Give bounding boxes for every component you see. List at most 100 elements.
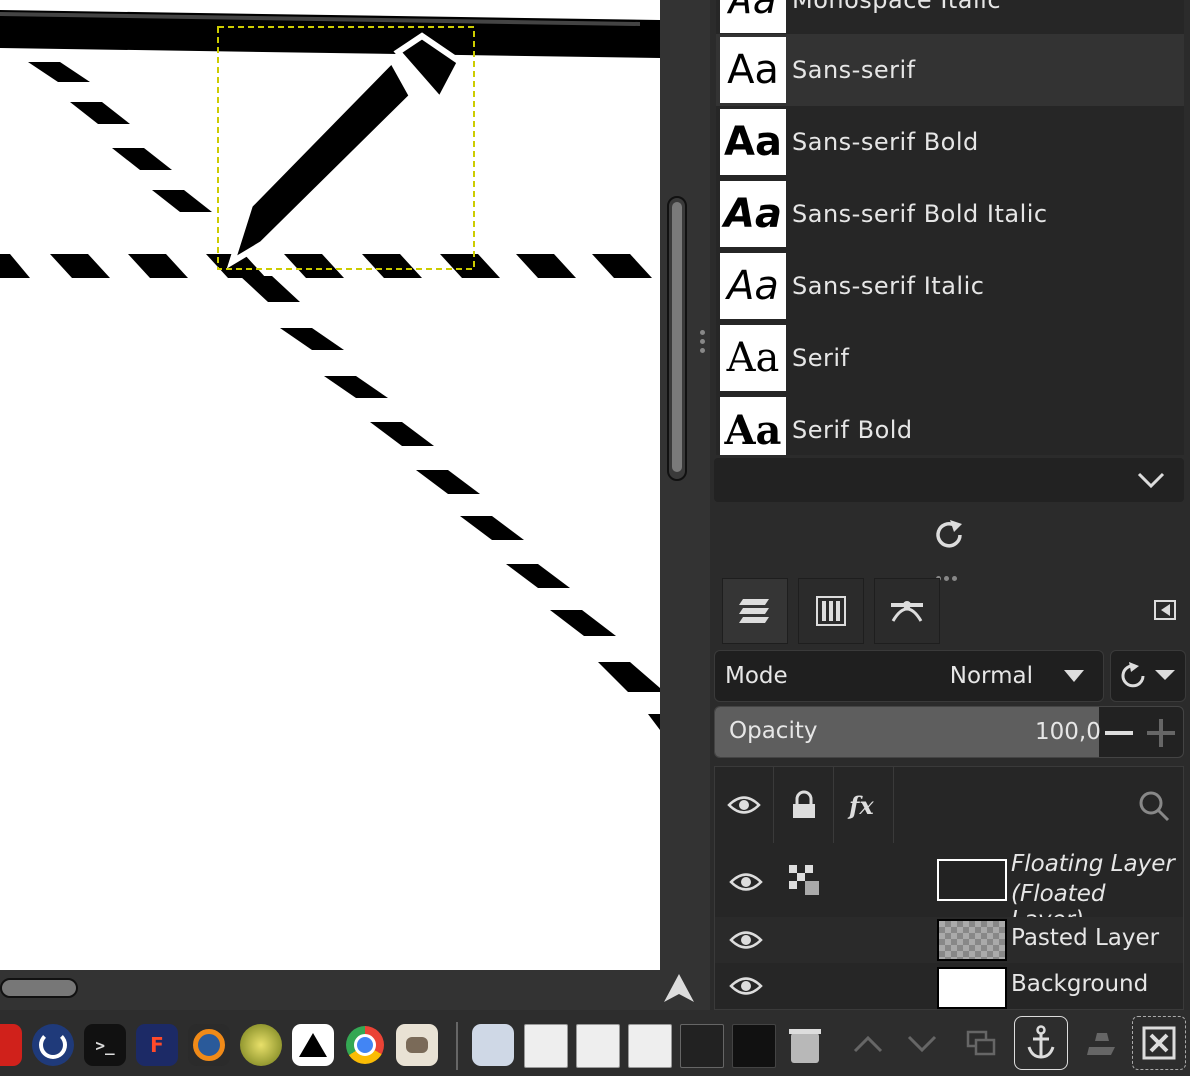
chevron-down-icon [1064, 670, 1084, 682]
chevron-up-icon [853, 1035, 883, 1053]
layer-row-background[interactable]: Background [715, 963, 1183, 1009]
font-item-monospace-italic[interactable]: Aa Monospace Italic [716, 0, 1184, 36]
right-dock: Aa Monospace Italic Aa Sans-serif Aa San… [710, 0, 1190, 1076]
eye-icon[interactable] [729, 975, 763, 997]
opacity-label: Opacity [729, 718, 818, 744]
chevron-down-icon [907, 1035, 937, 1053]
gimp-app-icon[interactable] [396, 1024, 438, 1066]
dock-resize-grip[interactable] [700, 330, 706, 358]
navigate-icon[interactable] [662, 972, 696, 1006]
lock-icon [793, 790, 815, 818]
layer-name-line1: Floating Layer [1011, 851, 1175, 877]
font-item-serif[interactable]: Aa Serif [716, 322, 1184, 394]
duplicate-icon [966, 1030, 996, 1056]
font-preview: Aa [720, 109, 786, 175]
font-name: Serif [792, 344, 850, 372]
canvas-side-gutter [660, 0, 710, 1010]
lock-column[interactable] [775, 767, 834, 843]
mode-label: Mode [725, 663, 788, 689]
opacity-decrease-button[interactable] [1105, 731, 1133, 735]
font-name: Sans-serif Bold Italic [792, 200, 1048, 228]
layer-row-floating[interactable]: Floating Layer (Floated Layer) [715, 845, 1183, 933]
raise-layer-button[interactable] [840, 1016, 896, 1072]
eye-icon [727, 796, 761, 814]
dock-separator [456, 1022, 458, 1070]
reset-mode-icon [1121, 662, 1175, 688]
font-preview: Aa [720, 0, 786, 33]
document-thumbnail-icon[interactable] [576, 1024, 620, 1068]
duplicate-layer-button[interactable] [954, 1016, 1010, 1072]
filezilla-app-icon[interactable]: F [136, 1024, 178, 1066]
anchor-icon [1027, 1025, 1055, 1059]
font-item-sans-serif-italic[interactable]: Aa Sans-serif Italic [716, 250, 1184, 322]
layer-mode-select[interactable]: Mode Normal [714, 650, 1104, 702]
preview-doc-icon[interactable] [472, 1024, 514, 1066]
terminal-app-icon[interactable]: >_ [84, 1024, 126, 1066]
opacity-increase-button[interactable] [1147, 719, 1175, 747]
tab-paths[interactable] [874, 578, 940, 644]
vertical-scrollbar-thumb[interactable] [672, 202, 682, 472]
font-name: Serif Bold [792, 416, 913, 444]
font-preview: Aa [720, 37, 786, 103]
inkscape-app-icon[interactable] [292, 1024, 334, 1066]
layer-thumbnail [937, 859, 1007, 901]
floating-layer-icon [789, 865, 819, 895]
panel-menu-icon[interactable] [1154, 600, 1178, 626]
chevron-down-icon [1137, 472, 1165, 489]
refresh-icon[interactable] [932, 518, 966, 556]
svg-text:fx: fx [847, 791, 874, 820]
paths-tab-icon [891, 601, 923, 622]
horizontal-scrollbar-thumb[interactable] [0, 978, 78, 998]
fx-icon: fx [847, 791, 874, 820]
lower-layer-button[interactable] [894, 1016, 950, 1072]
mode-value: Normal [949, 663, 1033, 689]
trash-icon[interactable] [784, 1024, 826, 1066]
composite-mode-button[interactable] [1110, 650, 1186, 702]
opacity-slider[interactable]: Opacity 100,0 [714, 706, 1184, 758]
eye-icon[interactable] [729, 871, 763, 893]
vertical-scrollbar[interactable] [667, 196, 687, 481]
merge-layer-button[interactable] [1074, 1016, 1130, 1072]
layers-tab-icon [739, 599, 769, 623]
font-preview: Aa [720, 181, 786, 247]
eye-icon[interactable] [729, 929, 763, 951]
delete-layer-button[interactable] [1132, 1016, 1186, 1070]
merge-down-icon [1087, 1033, 1115, 1055]
font-name: Sans-serif Bold [792, 128, 979, 156]
layer-row-pasted[interactable]: Pasted Layer [715, 917, 1183, 963]
font-list-expander[interactable] [714, 458, 1184, 502]
canvas-drawing [0, 10, 660, 730]
font-item-serif-bold[interactable]: Aa Serif Bold [716, 394, 1184, 455]
chrome-app-icon[interactable] [344, 1024, 386, 1066]
font-preview: Aa [720, 253, 786, 319]
pdf-app-icon[interactable] [0, 1024, 22, 1066]
window-thumbnail-icon[interactable] [732, 1024, 776, 1068]
horizontal-scrollbar-track[interactable] [0, 970, 660, 1010]
layers-list[interactable]: fx Floating Layer (Floated Layer) Pasted… [714, 766, 1184, 1010]
taskbar-dock: >_ F [0, 1016, 836, 1076]
font-item-sans-serif-bold[interactable]: Aa Sans-serif Bold [716, 106, 1184, 178]
screenshot-thumbnail-icon[interactable] [680, 1024, 724, 1068]
image-canvas[interactable] [0, 0, 660, 970]
dock-tabs [722, 578, 1182, 644]
document-thumbnail-icon[interactable] [524, 1024, 568, 1068]
tab-layers[interactable] [722, 578, 788, 644]
tab-channels[interactable] [798, 578, 864, 644]
font-list[interactable]: Aa Monospace Italic Aa Sans-serif Aa San… [716, 0, 1184, 455]
speedometer-app-icon[interactable] [32, 1024, 74, 1066]
layer-thumbnail [937, 967, 1007, 1009]
fx-column[interactable]: fx [835, 767, 894, 843]
anchor-layer-button[interactable] [1014, 1016, 1068, 1070]
search-icon[interactable] [1137, 789, 1171, 827]
font-preview: Aa [720, 397, 786, 455]
layer-thumbnail [937, 919, 1007, 961]
opacity-value: 100,0 [1035, 719, 1101, 745]
sphere-app-icon[interactable] [240, 1024, 282, 1066]
font-item-sans-serif[interactable]: Aa Sans-serif [716, 34, 1184, 106]
layer-name: Pasted Layer [1011, 925, 1160, 951]
document-thumbnail-icon[interactable] [628, 1024, 672, 1068]
layer-name: Background [1011, 971, 1149, 997]
font-item-sans-serif-bold-italic[interactable]: Aa Sans-serif Bold Italic [716, 178, 1184, 250]
visibility-column[interactable] [715, 767, 774, 843]
blender-app-icon[interactable] [188, 1024, 230, 1066]
